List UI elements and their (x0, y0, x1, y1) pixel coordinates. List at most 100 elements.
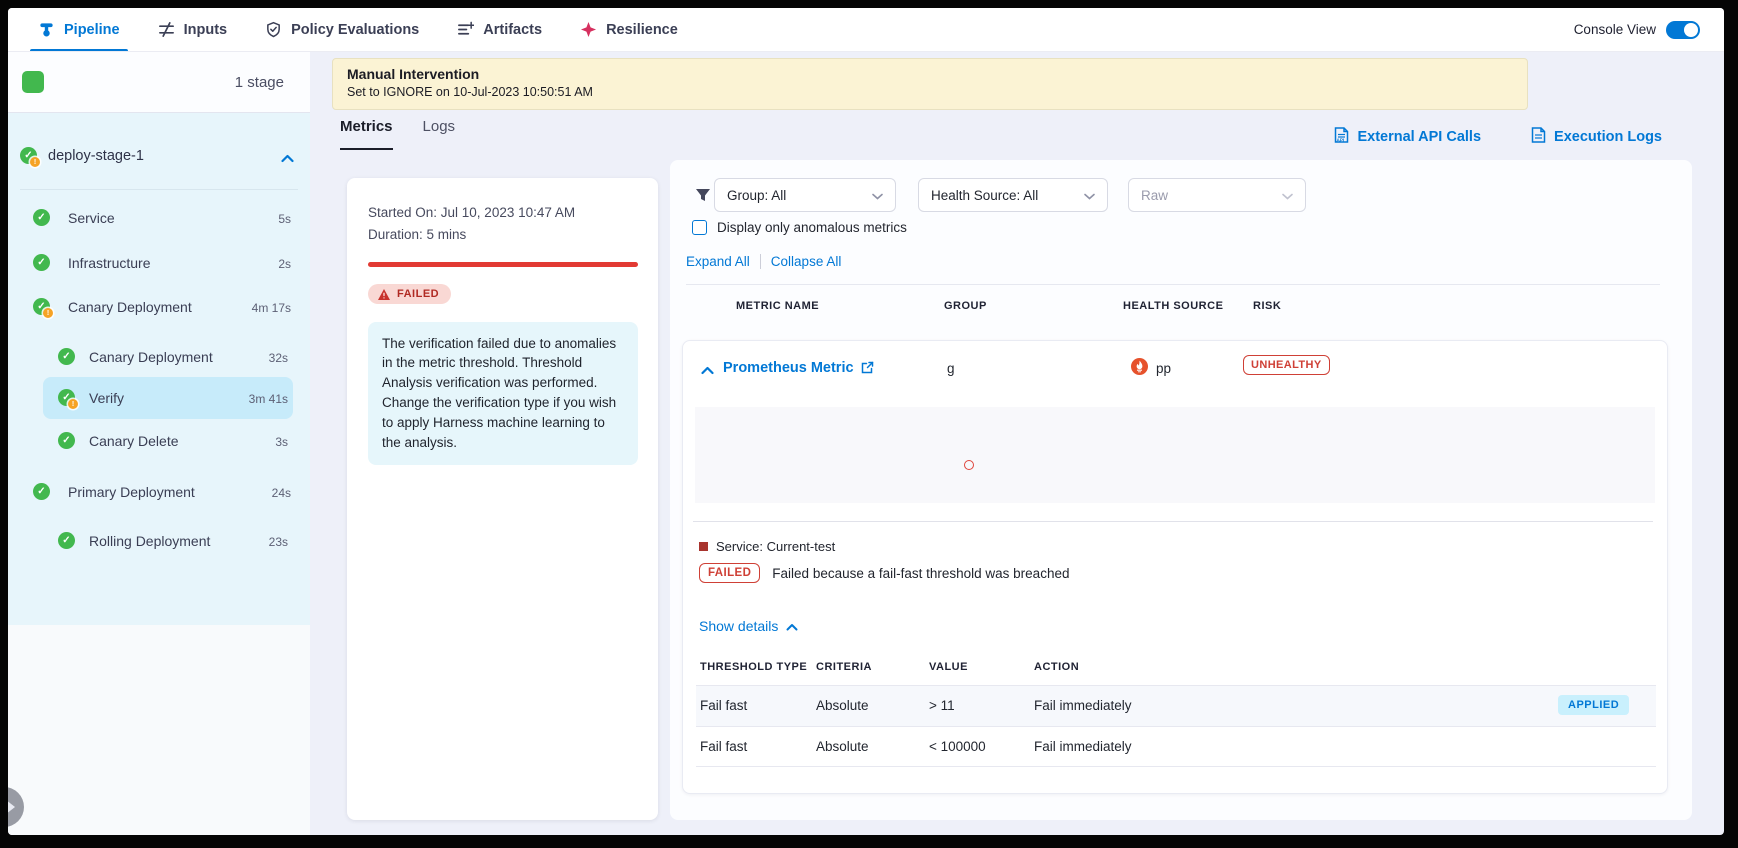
tab-resilience[interactable]: Resilience (580, 8, 678, 51)
expand-collapse-row: Expand All Collapse All (686, 254, 841, 269)
metric-row-card: Prometheus Metric g pp UNHEALTHY Service… (682, 340, 1668, 794)
health-source-value: pp (1156, 361, 1171, 376)
tab-inputs[interactable]: Inputs (158, 8, 228, 51)
anomalous-checkbox[interactable] (692, 220, 707, 235)
chevron-up-icon[interactable] (281, 150, 294, 168)
threshold-row: Fail fast Absolute > 11 Fail immediately… (696, 685, 1656, 726)
tab-artifacts[interactable]: Artifacts (457, 8, 542, 51)
metric-name-link[interactable]: Prometheus Metric (723, 360, 854, 376)
metrics-panel: Group: All Health Source: All Raw Displa… (670, 160, 1692, 820)
stage-status-square[interactable] (22, 71, 44, 93)
header-links: API External API Calls Execution Logs (1334, 126, 1662, 148)
toggle-knob (1684, 23, 1698, 37)
thresholds-header-row: THRESHOLD TYPE CRITERIA VALUE ACTION (696, 661, 1656, 685)
svg-text:API: API (1337, 138, 1345, 143)
step-infrastructure[interactable]: Infrastructure 2s (8, 246, 310, 280)
col-header-group: GROUP (944, 300, 987, 312)
check-warning-icon (33, 298, 50, 315)
verification-summary-card: Started On: Jul 10, 2023 10:47 AM Durati… (347, 178, 658, 820)
step-verify[interactable]: Verify 3m 41s (8, 381, 310, 415)
tab-label: Inputs (184, 22, 228, 38)
metric-chart (695, 407, 1655, 503)
top-nav: Pipeline Inputs Policy Evaluations Artif… (8, 8, 1724, 52)
console-view-toggle[interactable] (1666, 21, 1700, 39)
step-rolling-deployment[interactable]: Rolling Deployment 23s (8, 524, 310, 558)
cell-criteria: Absolute (816, 698, 869, 713)
manual-intervention-banner: Manual Intervention Set to IGNORE on 10-… (332, 58, 1528, 110)
inputs-icon (158, 21, 175, 38)
banner-subtitle: Set to IGNORE on 10-Jul-2023 10:50:51 AM (347, 85, 1513, 99)
step-service[interactable]: Service 5s (8, 201, 310, 235)
step-duration: 23s (269, 535, 288, 549)
filter-icon[interactable] (694, 186, 712, 209)
stage-name: deploy-stage-1 (48, 148, 144, 164)
step-duration: 5s (278, 212, 291, 226)
stage-row-deploy-stage-1[interactable]: deploy-stage-1 (8, 139, 310, 175)
active-tab-underline (30, 49, 128, 52)
failed-outline-badge: FAILED (699, 563, 760, 583)
cell-action: Fail immediately (1034, 698, 1132, 713)
step-canary-deployment-sub[interactable]: Canary Deployment 32s (8, 340, 310, 374)
health-source-filter-dropdown[interactable]: Health Source: All (918, 178, 1108, 212)
chart-axis-line (693, 521, 1653, 522)
tab-metrics[interactable]: Metrics (340, 118, 393, 150)
step-duration: 4m 17s (252, 301, 291, 315)
execution-sidebar: 1 stage deploy-stage-1 Service 5s Infras… (8, 52, 310, 835)
verdict-row: FAILED Failed because a fail-fast thresh… (699, 563, 1069, 583)
col-action: ACTION (1034, 661, 1079, 673)
stage-count: 1 stage (235, 74, 284, 91)
step-label: Canary Deployment (68, 299, 192, 315)
dropdown-value: Health Source: All (931, 188, 1084, 203)
check-circle-icon (58, 532, 75, 549)
legend-label: Service: Current-test (716, 539, 835, 554)
check-circle-icon (58, 348, 75, 365)
execution-logs-link[interactable]: Execution Logs (1531, 126, 1662, 148)
collapse-all-link[interactable]: Collapse All (771, 254, 842, 269)
divider (20, 189, 298, 190)
collapse-row-chevron-icon[interactable] (701, 362, 714, 380)
chart-legend: Service: Current-test (699, 539, 835, 554)
applied-badge: APPLIED (1558, 695, 1629, 715)
anomalous-checkbox-label: Display only anomalous metrics (717, 220, 907, 235)
step-label: Rolling Deployment (89, 533, 210, 549)
anomalous-filter: Display only anomalous metrics (692, 220, 907, 235)
external-api-calls-link[interactable]: API External API Calls (1334, 126, 1481, 148)
cell-criteria: Absolute (816, 739, 869, 754)
step-duration: 2s (278, 257, 291, 271)
tab-logs[interactable]: Logs (423, 118, 456, 150)
step-primary-deployment[interactable]: Primary Deployment 24s (8, 475, 310, 509)
raw-view-dropdown[interactable]: Raw (1128, 178, 1306, 212)
tab-policy-evaluations[interactable]: Policy Evaluations (265, 8, 419, 51)
banner-title: Manual Intervention (347, 66, 1513, 82)
stage-status-icon (20, 147, 37, 164)
expand-all-link[interactable]: Expand All (686, 254, 750, 269)
artifacts-icon (457, 21, 474, 38)
check-circle-icon (33, 209, 50, 226)
failed-status-badge: FAILED (368, 284, 451, 304)
col-header-metric-name: METRIC NAME (736, 300, 819, 312)
dropdown-value: Group: All (727, 188, 872, 203)
check-circle-icon (58, 432, 75, 449)
prometheus-icon (1131, 358, 1148, 375)
stage-list: deploy-stage-1 Service 5s Infrastructure… (8, 113, 310, 625)
pipeline-icon (38, 21, 55, 38)
step-canary-deployment[interactable]: Canary Deployment 4m 17s (8, 290, 310, 324)
show-details-toggle[interactable]: Show details (699, 618, 798, 634)
step-duration: 3m 41s (249, 392, 288, 406)
shield-check-icon (265, 21, 282, 38)
chart-point (964, 460, 974, 470)
group-filter-dropdown[interactable]: Group: All (714, 178, 896, 212)
verdict-message: Failed because a fail-fast threshold was… (772, 566, 1069, 581)
step-canary-delete[interactable]: Canary Delete 3s (8, 424, 310, 458)
chevron-down-icon (1282, 188, 1293, 203)
tab-label: Pipeline (64, 22, 120, 38)
tab-pipeline[interactable]: Pipeline (38, 8, 120, 51)
step-label: Canary Delete (89, 433, 179, 449)
main-content: Manual Intervention Set to IGNORE on 10-… (310, 52, 1724, 835)
col-criteria: CRITERIA (816, 661, 872, 673)
started-on: Started On: Jul 10, 2023 10:47 AM (368, 205, 638, 220)
link-label: External API Calls (1357, 129, 1481, 145)
external-link-icon[interactable] (861, 361, 874, 379)
risk-badge-unhealthy: UNHEALTHY (1243, 355, 1330, 375)
divider (686, 284, 1660, 285)
